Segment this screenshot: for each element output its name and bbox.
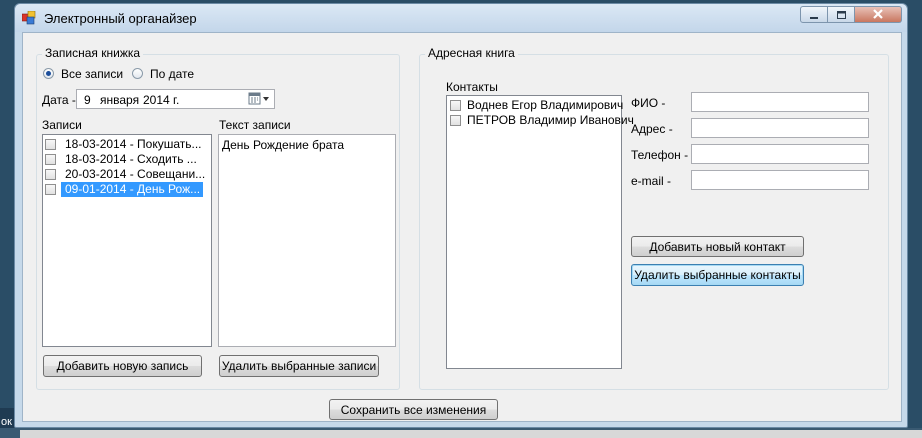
entry-text-label: Текст записи [219, 118, 291, 132]
contacts-list[interactable]: Воднев Егор Владимирович ПЕТРОВ Владимир… [446, 95, 634, 369]
entry-checkbox[interactable] [45, 184, 56, 195]
date-picker[interactable]: 9 января 2014 г. [76, 89, 275, 109]
date-label: Дата - [42, 93, 76, 107]
entry-text: 20-03-2014 - Совещани... [65, 167, 206, 181]
fio-field[interactable] [691, 92, 869, 112]
contact-checkbox[interactable] [450, 115, 461, 126]
entry-checkbox[interactable] [45, 139, 56, 150]
close-icon [873, 9, 883, 19]
notebook-group-title: Записная книжка [42, 46, 144, 60]
entry-checkbox[interactable] [45, 154, 56, 165]
entries-list[interactable]: 18-03-2014 - Покушать... 18-03-2014 - Сх… [42, 134, 212, 347]
maximize-icon [836, 10, 846, 19]
entry-text: 18-03-2014 - Покушать... [65, 137, 202, 151]
date-year: 2014 г. [143, 93, 180, 107]
entry-text-area[interactable]: День Рождение брата [218, 134, 396, 347]
add-contact-button[interactable]: Добавить новый контакт [631, 236, 804, 257]
radio-all-entries[interactable] [43, 68, 54, 79]
close-button[interactable] [855, 6, 902, 23]
contact-name: ПЕТРОВ Владимир Иванович [467, 113, 634, 127]
add-entry-button[interactable]: Добавить новую запись [43, 355, 202, 377]
contacts-label: Контакты [446, 80, 498, 94]
radio-by-date[interactable] [132, 68, 143, 79]
fio-label: ФИО - [631, 96, 666, 110]
minimize-button[interactable] [800, 6, 828, 23]
minimize-icon [810, 16, 818, 19]
date-month: января [100, 93, 140, 107]
entries-label: Записи [42, 118, 82, 132]
radio-by-date-label: По дате [150, 67, 195, 81]
taskbar-strip-light [20, 430, 922, 438]
window-title: Электронный органайзер [44, 11, 197, 26]
address-label: Адрес - [631, 122, 673, 136]
contact-name: Воднев Егор Владимирович [467, 98, 624, 112]
email-label: e-mail - [631, 174, 672, 188]
window-controls [800, 6, 904, 24]
contact-checkbox[interactable] [450, 100, 461, 111]
email-field[interactable] [691, 170, 869, 190]
save-all-button[interactable]: Сохранить все изменения [329, 399, 498, 420]
delete-entries-button[interactable]: Удалить выбранные записи [219, 355, 379, 377]
address-field[interactable] [691, 118, 869, 138]
addressbook-group-title: Адресная книга [425, 46, 518, 60]
phone-field[interactable] [691, 144, 869, 164]
calendar-dropdown-icon[interactable] [248, 92, 272, 109]
entry-checkbox[interactable] [45, 169, 56, 180]
phone-label: Телефон - [631, 148, 689, 162]
entry-text-value: День Рождение брата [222, 138, 345, 152]
entry-text: 09-01-2014 - День Рож... [61, 182, 203, 197]
delete-contacts-button[interactable]: Удалить выбранные контакты [631, 264, 804, 286]
taskbar-label[interactable]: ок [1, 416, 12, 428]
radio-all-entries-label: Все записи [61, 67, 124, 81]
maximize-button[interactable] [828, 6, 855, 23]
app-icon [21, 10, 36, 25]
date-day: 9 [84, 93, 91, 107]
entry-text: 18-03-2014 - Сходить ... [65, 152, 197, 166]
